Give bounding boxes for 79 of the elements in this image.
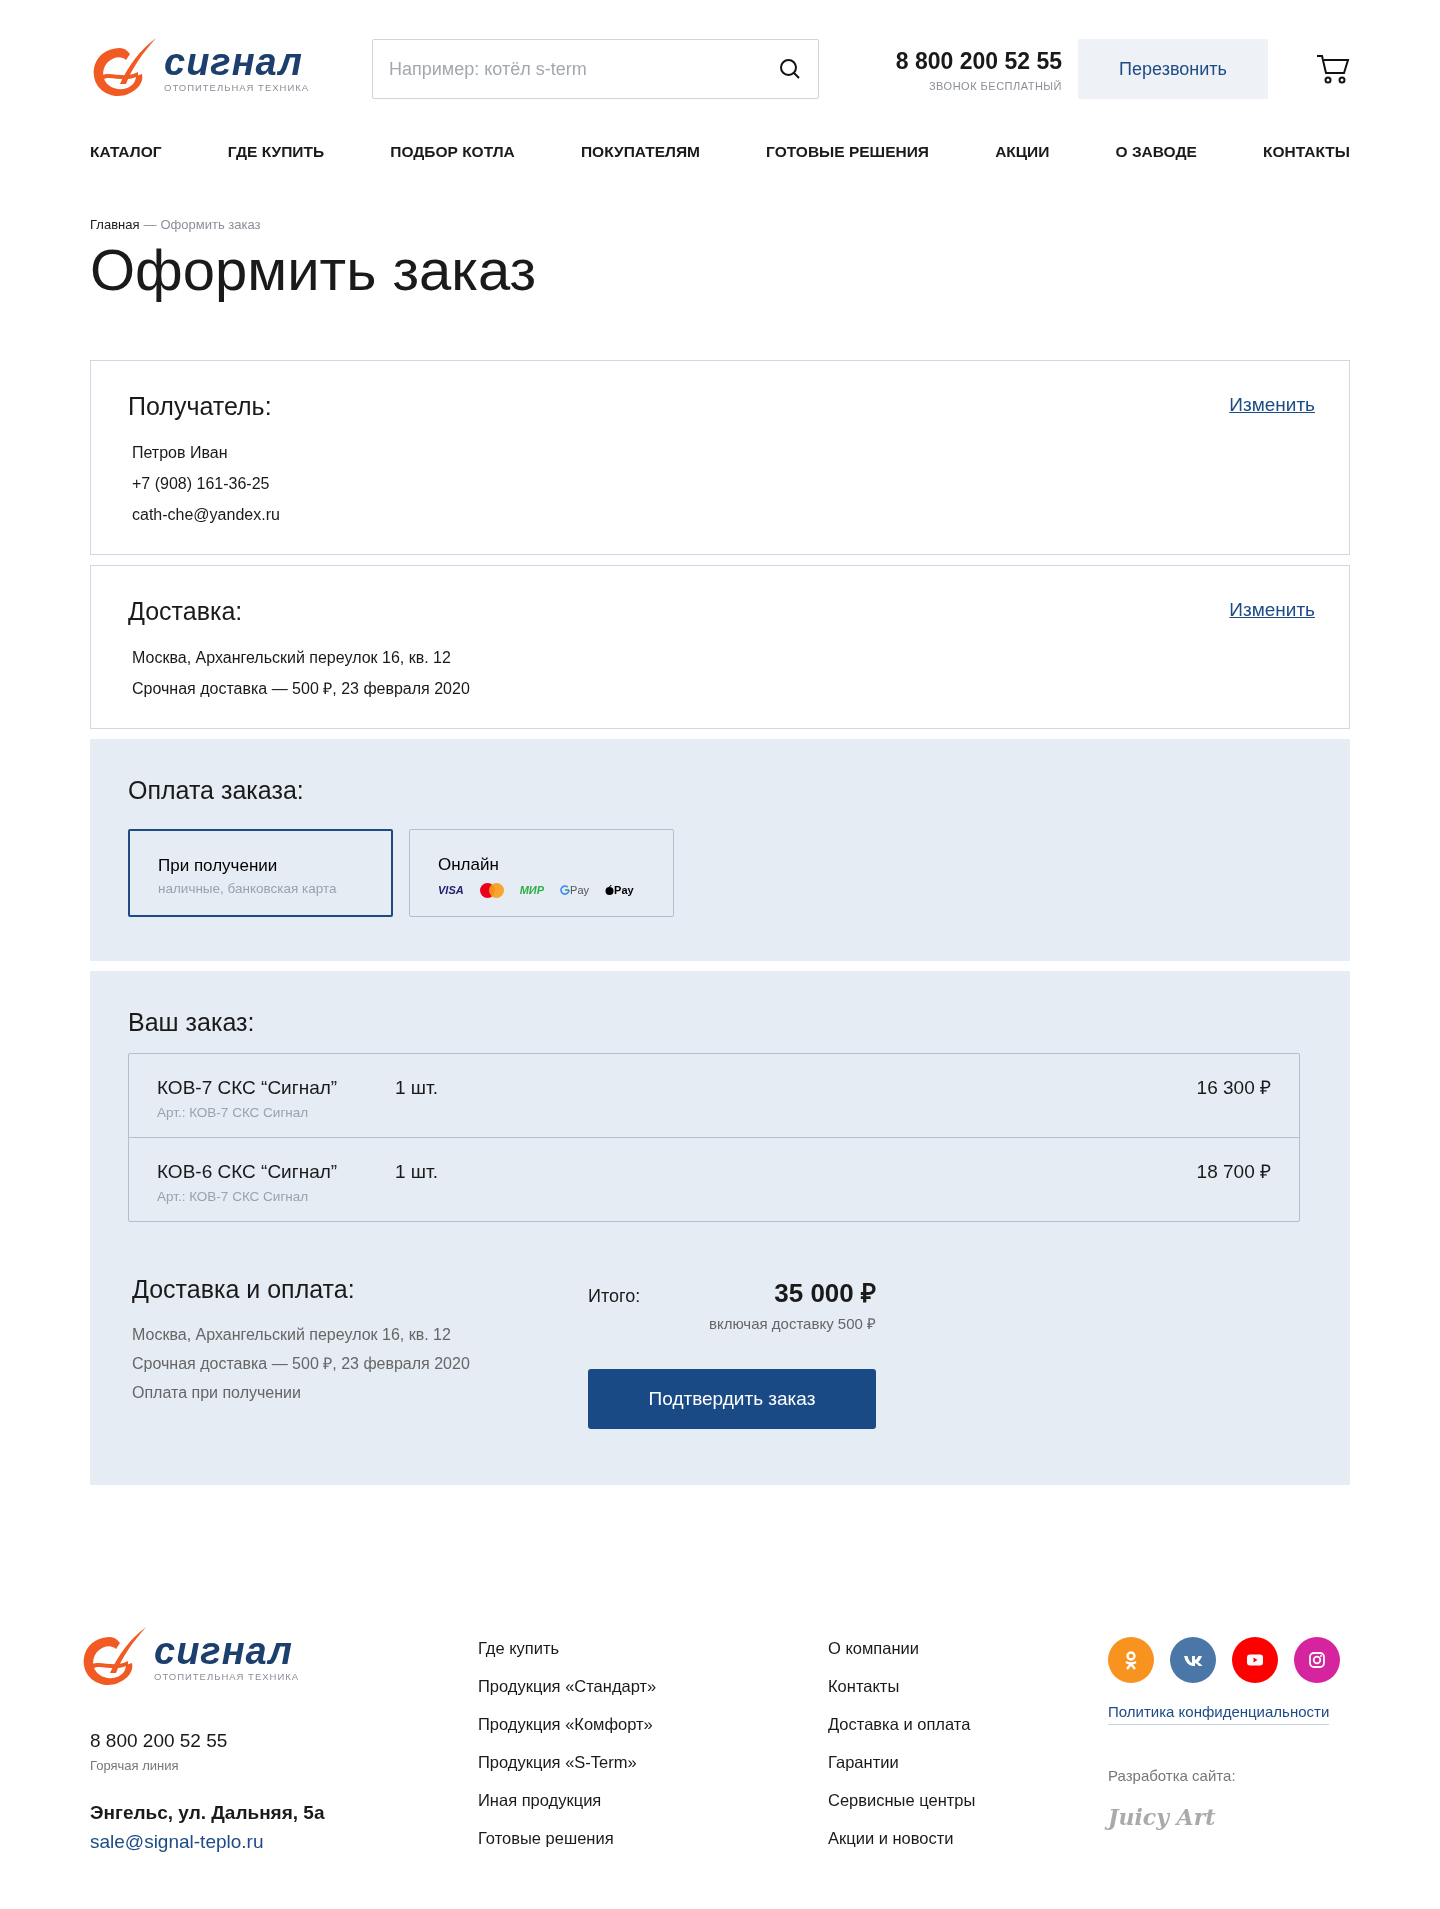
section-heading: Ваш заказ: <box>128 1007 256 1038</box>
search-icon[interactable] <box>779 58 801 80</box>
footer-link[interactable]: Продукция «S-Term» <box>478 1743 637 1782</box>
summary-line: Оплата при получении <box>132 1382 302 1403</box>
logo-tagline: ОТОПИТЕЛЬНАЯ ТЕХНИКА <box>154 1670 300 1685</box>
footer-phone-note: Горячая линия <box>90 1756 180 1775</box>
nav-link[interactable]: ПОКУПАТЕЛЯМ <box>580 140 700 164</box>
vk-social-icon[interactable] <box>1170 1637 1216 1684</box>
footer-link[interactable]: Где купить <box>478 1629 560 1668</box>
mastercard-icon <box>479 882 504 898</box>
logo-name: сигнал <box>164 42 304 81</box>
footer-email[interactable]: sale@signal-teplo.ru <box>90 1827 478 1857</box>
info-line: Срочная доставка — 500 ₽, 23 февраля 2020 <box>132 679 471 700</box>
footer-link[interactable]: Готовые решения <box>478 1819 614 1858</box>
section-heading: Доставка: <box>128 596 243 627</box>
logo-tagline: ОТОПИТЕЛЬНАЯ ТЕХНИКА <box>164 80 310 95</box>
summary-heading: Доставка и оплата: <box>132 1273 356 1304</box>
section-heading: Оплата заказа: <box>128 775 305 806</box>
nav-link[interactable]: ПОДБОР КОТЛА <box>390 140 515 164</box>
product-name: КОВ-6 СКС “Сигнал” <box>157 1160 339 1185</box>
nav-link[interactable]: АКЦИИ <box>995 140 1050 164</box>
instagram-social-icon[interactable] <box>1294 1637 1340 1684</box>
youtube-social-icon[interactable] <box>1232 1637 1278 1684</box>
visa-logo: VISA <box>438 882 464 898</box>
summary-line: Москва, Архангельский переулок 16, кв. 12 <box>132 1324 452 1345</box>
privacy-policy-link[interactable]: Политика конфиденциальности <box>1108 1701 1330 1725</box>
footer-address: Энгельс, ул. Дальняя, 5а <box>90 1801 326 1826</box>
product-quantity: 1 шт. <box>395 1160 439 1185</box>
apple-icon <box>605 885 615 896</box>
developer-label: Разработка сайта: <box>1108 1765 1237 1786</box>
info-line: +7 (908) 161-36-25 <box>132 474 271 495</box>
footer-link[interactable]: Продукция «Комфорт» <box>478 1705 653 1744</box>
footer-link[interactable]: Акции и новости <box>828 1819 954 1858</box>
callback-button[interactable]: Перезвонить <box>1078 39 1268 99</box>
footer-link[interactable]: О компании <box>828 1629 919 1668</box>
mir-logo: МИР <box>519 882 545 898</box>
footer-link[interactable]: Продукция «Стандарт» <box>478 1667 657 1706</box>
breadcrumb-link[interactable]: Главная <box>90 215 140 235</box>
footer-link[interactable]: Гарантии <box>828 1743 899 1782</box>
search-field[interactable]: Например: котёл s-term <box>372 39 819 99</box>
total-amount: 35 000 ₽ <box>774 1276 876 1310</box>
product-price: 16 300 ₽ <box>1196 1076 1271 1101</box>
footer-link[interactable]: Доставка и оплата <box>828 1705 971 1744</box>
nav-link[interactable]: КОНТАКТЫ <box>1263 140 1350 164</box>
info-line: Петров Иван <box>132 443 229 464</box>
section-heading: Получатель: <box>128 391 272 422</box>
footer-link[interactable]: Сервисные центры <box>828 1781 976 1820</box>
gpay-label: Pay <box>570 882 590 898</box>
footer-link[interactable]: Иная продукция <box>478 1781 602 1820</box>
phone-number: 8 800 200 52 55 <box>895 46 1062 76</box>
nav-link[interactable]: ГДЕ КУПИТЬ <box>227 140 325 164</box>
info-line: Москва, Архангельский переулок 16, кв. 12 <box>132 648 452 669</box>
page-title: Оформить заказ <box>90 235 538 304</box>
breadcrumb-separator: — <box>143 216 157 235</box>
payment-option[interactable]: Онлайн VISA МИР Pay Pay <box>409 829 674 918</box>
logo-name: сигнал <box>154 1632 294 1671</box>
product-quantity: 1 шт. <box>395 1076 439 1101</box>
total-note: включая доставку 500 ₽ <box>707 1313 876 1334</box>
summary-line: Срочная доставка — 500 ₽, 23 февраля 2020 <box>132 1353 471 1374</box>
nav-link[interactable]: ГОТОВЫЕ РЕШЕНИЯ <box>766 140 929 164</box>
edit-link[interactable]: Изменить <box>1229 391 1315 420</box>
product-name: КОВ-7 СКС “Сигнал” <box>157 1076 339 1101</box>
cart-icon[interactable] <box>1316 53 1350 85</box>
footer-link[interactable]: Контакты <box>828 1667 900 1706</box>
total-label: Итого: <box>588 1284 641 1308</box>
footer-phone: 8 800 200 52 55 <box>90 1729 229 1754</box>
edit-link[interactable]: Изменить <box>1229 596 1315 625</box>
product-price: 18 700 ₽ <box>1196 1160 1271 1185</box>
breadcrumb-current: Оформить заказ <box>160 216 261 235</box>
nav-link[interactable]: О ЗАВОДЕ <box>1115 140 1197 164</box>
google-icon <box>560 885 571 896</box>
info-line: cath-che@yandex.ru <box>132 505 281 526</box>
product-sku: Арт.: КОВ-7 СКС Сигнал <box>157 1187 310 1206</box>
nav-link[interactable]: КАТАЛОГ <box>90 140 162 164</box>
phone-note: ЗВОНОК БЕСПЛАТНЫЙ <box>928 79 1062 94</box>
payment-option[interactable]: При получении наличные, банковская карта <box>128 829 393 918</box>
confirm-order-button[interactable]: Подтвердить заказ <box>588 1369 876 1430</box>
product-sku: Арт.: КОВ-7 СКС Сигнал <box>157 1103 310 1122</box>
applepay-label: Pay <box>614 882 634 898</box>
